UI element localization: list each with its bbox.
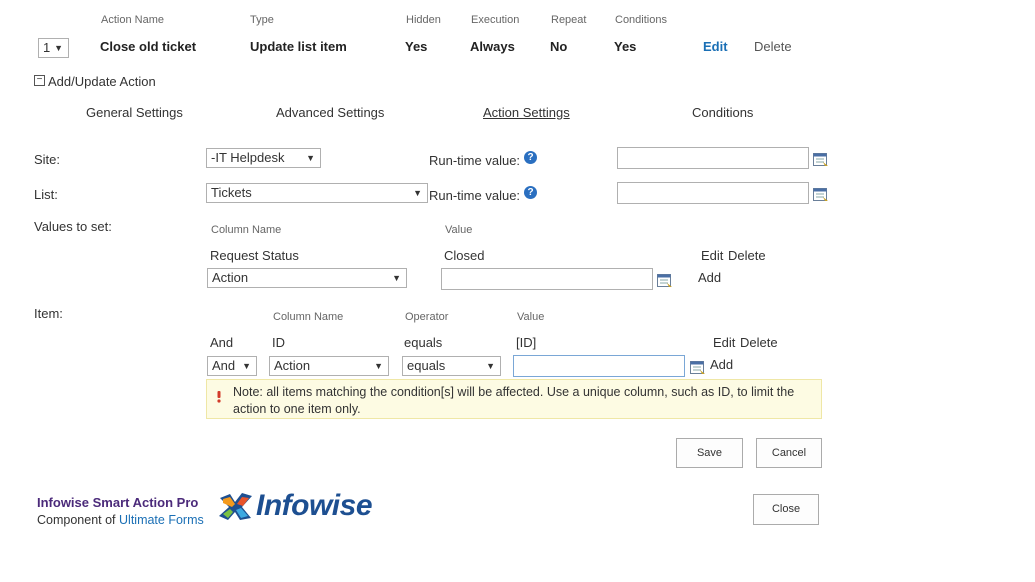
collapse-icon[interactable]: − — [34, 75, 45, 86]
delete-action-link[interactable]: Delete — [754, 39, 792, 54]
values-row-value: Closed — [444, 248, 485, 263]
section-title: Add/Update Action — [48, 74, 156, 89]
action-execution-value: Always — [470, 39, 515, 54]
component-line: Component of Ultimate Forms — [37, 513, 204, 527]
chevron-down-icon: ▼ — [306, 153, 315, 163]
site-runtime-input[interactable] — [617, 147, 809, 169]
list-value: Tickets — [211, 185, 252, 200]
values-column-select[interactable]: Action ▼ — [207, 268, 407, 288]
values-value-header: Value — [445, 224, 473, 236]
values-row-column: Request Status — [210, 248, 299, 263]
help-icon[interactable]: ? — [524, 186, 537, 199]
list-label: List: — [34, 187, 58, 202]
values-add-link[interactable]: Add — [698, 270, 721, 285]
component-prefix: Component of — [37, 513, 116, 527]
list-select[interactable]: Tickets ▼ — [206, 183, 428, 203]
action-name-value: Close old ticket — [100, 39, 197, 54]
list-runtime-input[interactable] — [617, 182, 809, 204]
action-type-value: Update list item — [250, 39, 347, 54]
tab-general-settings[interactable]: General Settings — [86, 105, 183, 120]
header-action-name: Action Name — [101, 14, 164, 26]
item-row-edit-link[interactable]: Edit — [713, 335, 735, 350]
infowise-logo-text: Infowise — [256, 489, 373, 522]
site-runtime-label: Run-time value: — [429, 153, 521, 168]
field-picker-icon[interactable] — [690, 361, 706, 375]
chevron-down-icon: ▼ — [413, 188, 422, 198]
tab-conditions[interactable]: Conditions — [692, 105, 753, 120]
item-operator-select-value: equals — [407, 358, 446, 373]
values-row-delete-link[interactable]: Delete — [728, 248, 766, 263]
site-select[interactable]: -IT Helpdesk ▼ — [206, 148, 321, 168]
field-picker-icon[interactable] — [813, 153, 829, 167]
item-row-column: ID — [272, 335, 285, 350]
item-row-value: [ID] — [516, 335, 537, 350]
header-conditions: Conditions — [615, 14, 667, 26]
chevron-down-icon: ▼ — [486, 361, 495, 371]
item-row-join: And — [210, 335, 234, 350]
action-hidden-value: Yes — [405, 39, 428, 54]
order-value: 1 — [43, 40, 51, 55]
note-box: Note: all items matching the condition[s… — [206, 379, 822, 419]
item-join-select[interactable]: And ▼ — [207, 356, 257, 376]
action-repeat-value: No — [550, 39, 568, 54]
save-button[interactable]: Save — [676, 438, 743, 468]
item-column-header: Column Name — [273, 311, 344, 323]
infowise-logo-icon — [219, 493, 252, 520]
cancel-button[interactable]: Cancel — [756, 438, 822, 468]
action-conditions-value: Yes — [614, 39, 637, 54]
chevron-down-icon: ▼ — [392, 273, 401, 283]
site-value: -IT Helpdesk — [211, 150, 285, 165]
item-column-select-value: Action — [274, 358, 311, 373]
field-picker-icon[interactable] — [813, 188, 829, 202]
field-picker-icon[interactable] — [657, 274, 673, 288]
header-type: Type — [250, 14, 274, 26]
header-repeat: Repeat — [551, 14, 587, 26]
header-execution: Execution — [471, 14, 520, 26]
item-column-select[interactable]: Action ▼ — [269, 356, 389, 376]
item-row-delete-link[interactable]: Delete — [740, 335, 778, 350]
list-runtime-label: Run-time value: — [429, 188, 521, 203]
values-to-set-label: Values to set: — [34, 219, 112, 234]
tab-action-settings[interactable]: Action Settings — [483, 105, 570, 120]
item-add-link[interactable]: Add — [710, 357, 733, 372]
close-button[interactable]: Close — [753, 494, 819, 525]
item-join-select-value: And — [212, 358, 236, 373]
item-label: Item: — [34, 306, 63, 321]
exclamation-icon — [217, 391, 221, 403]
site-label: Site: — [34, 152, 61, 167]
values-column-select-value: Action — [212, 270, 249, 285]
edit-action-link[interactable]: Edit — [703, 39, 728, 54]
ultimate-forms-link[interactable]: Ultimate Forms — [119, 513, 204, 527]
item-operator-header: Operator — [405, 311, 449, 323]
item-value-input[interactable] — [513, 355, 685, 377]
product-name: Infowise Smart Action Pro — [37, 495, 199, 510]
note-text: Note: all items matching the condition[s… — [233, 385, 795, 416]
help-icon[interactable]: ? — [524, 151, 537, 164]
chevron-down-icon: ▼ — [242, 361, 251, 371]
values-value-input[interactable] — [441, 268, 653, 290]
item-row-operator: equals — [404, 335, 443, 350]
header-hidden: Hidden — [406, 14, 441, 26]
order-select[interactable]: 1 ▼ — [38, 38, 69, 58]
tab-advanced-settings[interactable]: Advanced Settings — [276, 105, 384, 120]
item-value-header: Value — [517, 311, 545, 323]
chevron-down-icon: ▼ — [374, 361, 383, 371]
item-operator-select[interactable]: equals ▼ — [402, 356, 501, 376]
chevron-down-icon: ▼ — [54, 43, 63, 53]
values-column-header: Column Name — [211, 224, 282, 236]
values-row-edit-link[interactable]: Edit — [701, 248, 723, 263]
